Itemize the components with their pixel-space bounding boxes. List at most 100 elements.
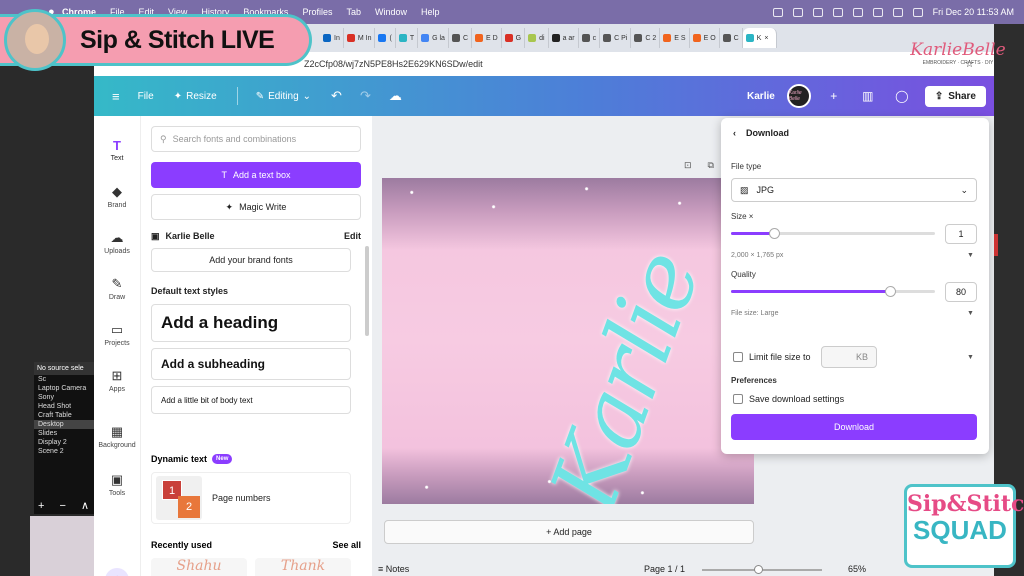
browser-tab[interactable]: E S	[660, 28, 690, 48]
add-body-text-button[interactable]: Add a little bit of body text	[151, 386, 351, 414]
menu-help[interactable]: Help	[421, 7, 440, 17]
browser-tab[interactable]: E D	[472, 28, 502, 48]
rail-item-apps[interactable]: ⊞ Apps	[94, 368, 140, 393]
size-slider-track[interactable]	[731, 232, 935, 235]
font-search-input[interactable]: ⚲ Search fonts and combinations	[151, 126, 361, 152]
rail-item-text[interactable]: T Text	[94, 138, 140, 162]
cloud-save-icon[interactable]: ☁	[389, 88, 402, 104]
add-text-box-button[interactable]: T Add a text box	[151, 162, 361, 188]
browser-tab[interactable]: C 2	[631, 28, 661, 48]
browser-tab[interactable]: di	[525, 28, 549, 48]
browser-tab[interactable]: G la	[418, 28, 449, 48]
brand-edit-link[interactable]: Edit	[344, 231, 361, 241]
quality-value-input[interactable]: 80	[945, 282, 977, 302]
avatar[interactable]: Karlie Belle	[786, 84, 811, 108]
add-subheading-button[interactable]: Add a subheading	[151, 348, 351, 380]
obs-source-item[interactable]: Scene 2	[34, 447, 96, 456]
menu-hamburger-icon[interactable]: ≡	[112, 89, 120, 104]
undo-icon[interactable]: ↶	[331, 88, 342, 104]
user-name[interactable]: Karlie	[747, 91, 775, 102]
obs-source-item[interactable]: Sony	[34, 393, 96, 402]
chevron-down-icon[interactable]: ▼	[967, 252, 974, 259]
panel-scrollbar[interactable]	[365, 246, 369, 336]
size-slider-handle[interactable]	[768, 228, 780, 239]
wifi-icon[interactable]	[892, 7, 903, 17]
back-chevron-icon[interactable]: ‹	[733, 128, 736, 138]
moon-icon[interactable]	[872, 7, 883, 17]
comment-icon[interactable]: ◯	[891, 85, 913, 107]
browser-tab[interactable]: M In	[344, 28, 376, 48]
browser-tab[interactable]: c	[579, 28, 601, 48]
file-menu-button[interactable]: File	[138, 91, 154, 102]
browser-tab[interactable]: T	[396, 28, 419, 48]
limit-file-size-checkbox[interactable]	[733, 352, 743, 362]
menu-profiles[interactable]: Profiles	[302, 7, 332, 17]
browser-tab[interactable]: E O	[690, 28, 720, 48]
lock-icon[interactable]: ⊡	[684, 160, 692, 171]
obs-controls[interactable]: + − ∧	[38, 499, 95, 512]
rail-item-projects[interactable]: ▭ Projects	[94, 322, 140, 347]
quality-slider-handle[interactable]	[885, 286, 897, 297]
add-heading-button[interactable]: Add a heading	[151, 304, 351, 342]
page-numbers-item[interactable]: 1 2 Page numbers	[151, 472, 351, 524]
share-button[interactable]: ⇪ Share	[924, 85, 986, 107]
resize-button[interactable]: ✦ Resize	[174, 91, 217, 102]
browser-tab[interactable]: C	[449, 28, 472, 48]
quality-slider-track[interactable]	[731, 290, 935, 293]
see-all-link[interactable]: See all	[332, 540, 361, 550]
download-button[interactable]: Download	[731, 414, 977, 440]
close-tab-icon[interactable]: ×	[764, 35, 768, 42]
status-icon[interactable]	[792, 7, 803, 17]
rail-item-brand[interactable]: ◆ Brand	[94, 184, 140, 209]
file-size-kb-input[interactable]: KB	[821, 346, 877, 368]
menu-tab[interactable]: Tab	[346, 7, 361, 17]
editing-mode-dropdown[interactable]: ✎ Editing ⌄	[256, 91, 311, 102]
notes-button[interactable]: ≡ Notes	[378, 564, 409, 574]
design-page[interactable]: Karlie	[382, 178, 754, 504]
obs-source-item[interactable]: Slides	[34, 429, 96, 438]
duplicate-icon[interactable]: ⧉	[708, 160, 714, 171]
page-indicator[interactable]: Page 1 / 1	[644, 564, 685, 574]
analytics-icon[interactable]: ▥	[857, 85, 879, 107]
add-page-button[interactable]: + Add page	[384, 520, 754, 544]
obs-source-item[interactable]: Craft Table	[34, 411, 96, 420]
menubar-clock[interactable]: Fri Dec 20 11:53 AM	[933, 7, 1014, 17]
browser-tab[interactable]: G	[502, 28, 526, 48]
browser-tab[interactable]: C	[720, 28, 743, 48]
status-icon[interactable]	[832, 7, 843, 17]
zoom-level[interactable]: 65%	[848, 564, 866, 574]
status-icon[interactable]	[772, 7, 783, 17]
redo-icon[interactable]: ↷	[360, 88, 371, 104]
bluetooth-icon[interactable]	[852, 7, 863, 17]
menu-window[interactable]: Window	[375, 7, 407, 17]
magic-assistant-icon[interactable]: ✦	[105, 568, 129, 576]
status-icon[interactable]	[812, 7, 823, 17]
rail-item-background[interactable]: ▦ Background	[94, 424, 140, 449]
search-icon[interactable]	[912, 7, 923, 17]
browser-tab[interactable]: C Pi	[600, 28, 632, 48]
obs-source-item[interactable]: Laptop Camera	[34, 384, 96, 393]
save-settings-checkbox[interactable]	[733, 394, 743, 404]
url-text[interactable]: Z2cCfp08/wj7zN5PE8Hs2E629KN6SDw/edit	[304, 59, 965, 69]
size-value-input[interactable]: 1	[945, 224, 977, 244]
rail-item-tools[interactable]: ▣ Tools	[94, 472, 140, 497]
recent-font-card[interactable]: Thank	[255, 558, 351, 576]
rail-item-uploads[interactable]: ☁ Uploads	[94, 230, 140, 255]
rail-item-draw[interactable]: ✎ Draw	[94, 276, 140, 301]
browser-tab[interactable]: In	[320, 28, 344, 48]
recent-font-card[interactable]: Shahu	[151, 558, 247, 576]
file-type-select[interactable]: ▨ JPG ⌄	[731, 178, 977, 202]
browser-tab[interactable]: a ar	[549, 28, 579, 48]
add-brand-fonts-button[interactable]: Add your brand fonts	[151, 248, 351, 272]
chevron-down-icon[interactable]: ▼	[967, 354, 974, 361]
obs-source-item[interactable]: Head Shot	[34, 402, 96, 411]
browser-tab[interactable]: (	[375, 28, 396, 48]
chevron-down-icon[interactable]: ▼	[967, 310, 974, 317]
obs-source-item[interactable]: Display 2	[34, 438, 96, 447]
browser-tab-active[interactable]: K ×	[742, 28, 777, 48]
tab-label: In	[334, 34, 340, 42]
magic-write-button[interactable]: ✦ Magic Write	[151, 194, 361, 220]
plus-icon[interactable]: +	[823, 85, 845, 107]
obs-source-item-selected[interactable]: Desktop	[34, 420, 96, 429]
zoom-slider-handle[interactable]	[754, 565, 764, 574]
